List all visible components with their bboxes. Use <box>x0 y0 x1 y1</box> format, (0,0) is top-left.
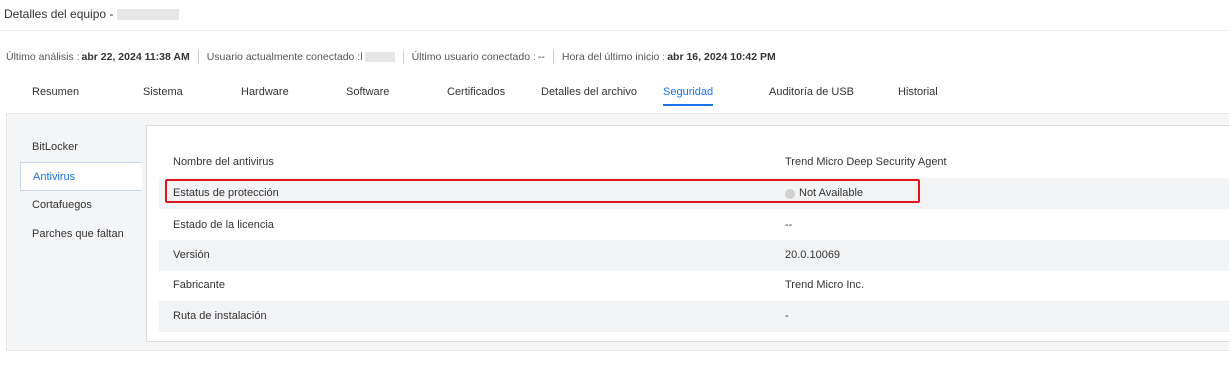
current-user-info: Usuario actualmente conectado : l <box>197 50 403 64</box>
version-value: 20.0.10069 <box>785 249 841 261</box>
version-label: Versión <box>173 249 210 261</box>
tab-auditoria-de-usb[interactable]: Auditoría de USB <box>769 80 854 104</box>
sidebar-item-cortafuegos[interactable]: Cortafuegos <box>20 191 142 220</box>
antivirus-name-value: Trend Micro Deep Security Agent <box>785 156 947 168</box>
tab-bar: Resumen Sistema Hardware Software Certif… <box>0 80 1229 106</box>
license-status-value: -- <box>785 219 793 231</box>
last-boot-label: Hora del último inicio : <box>561 51 666 63</box>
tab-certificados[interactable]: Certificados <box>447 80 505 104</box>
tab-resumen[interactable]: Resumen <box>32 80 79 104</box>
last-boot-info: Hora del último inicio : abr 16, 2024 10… <box>552 50 784 64</box>
tab-historial[interactable]: Historial <box>898 80 938 104</box>
detail-row-manufacturer: Fabricante Trend Micro Inc. <box>159 270 1229 301</box>
detail-row-antivirus-name: Nombre del antivirus Trend Micro Deep Se… <box>159 147 1229 178</box>
sidebar-item-antivirus[interactable]: Antivirus <box>20 162 142 191</box>
title-divider <box>0 30 1229 31</box>
info-bar: Último análisis : abr 22, 2024 11:38 AM … <box>6 49 784 65</box>
tab-software[interactable]: Software <box>346 80 389 104</box>
redacted-device-name <box>117 8 180 20</box>
last-user-info: Último usuario conectado : -- <box>402 50 553 64</box>
page-title: Detalles del equipo - <box>4 4 180 24</box>
manufacturer-value: Trend Micro Inc. <box>785 279 865 291</box>
last-scan-info: Último análisis : abr 22, 2024 11:38 AM <box>6 50 198 64</box>
page-title-text: Detalles del equipo - <box>4 7 114 21</box>
sidebar-item-bitlocker[interactable]: BitLocker <box>20 133 142 162</box>
detail-row-install-path: Ruta de instalación - <box>159 301 1229 332</box>
tab-sistema[interactable]: Sistema <box>143 80 183 104</box>
last-user-label: Último usuario conectado : <box>411 51 536 63</box>
detail-row-version: Versión 20.0.10069 <box>159 240 1229 271</box>
last-boot-value: abr 16, 2024 10:42 PM <box>667 51 776 63</box>
license-status-label: Estado de la licencia <box>173 219 274 231</box>
current-user-label: Usuario actualmente conectado : <box>206 51 361 63</box>
manufacturer-label: Fabricante <box>173 279 225 291</box>
install-path-value: - <box>785 310 789 322</box>
protection-status-highlight <box>165 179 920 203</box>
security-sidebar: BitLocker Antivirus Cortafuegos Parches … <box>20 133 142 249</box>
current-user-value: l <box>360 51 363 63</box>
antivirus-details: Nombre del antivirus Trend Micro Deep Se… <box>146 125 1229 342</box>
tab-detalles-del-archivo[interactable]: Detalles del archivo <box>541 80 637 104</box>
detail-row-license-status: Estado de la licencia -- <box>159 210 1229 241</box>
install-path-label: Ruta de instalación <box>173 310 267 322</box>
last-scan-label: Último análisis : <box>6 51 80 63</box>
sidebar-item-parches-que-faltan[interactable]: Parches que faltan <box>20 220 142 249</box>
last-user-value: -- <box>537 51 545 63</box>
antivirus-name-label: Nombre del antivirus <box>173 156 274 168</box>
last-scan-value: abr 22, 2024 11:38 AM <box>81 51 190 63</box>
redacted-user-name <box>364 52 395 62</box>
tab-hardware[interactable]: Hardware <box>241 80 289 104</box>
tab-seguridad[interactable]: Seguridad <box>663 80 714 106</box>
